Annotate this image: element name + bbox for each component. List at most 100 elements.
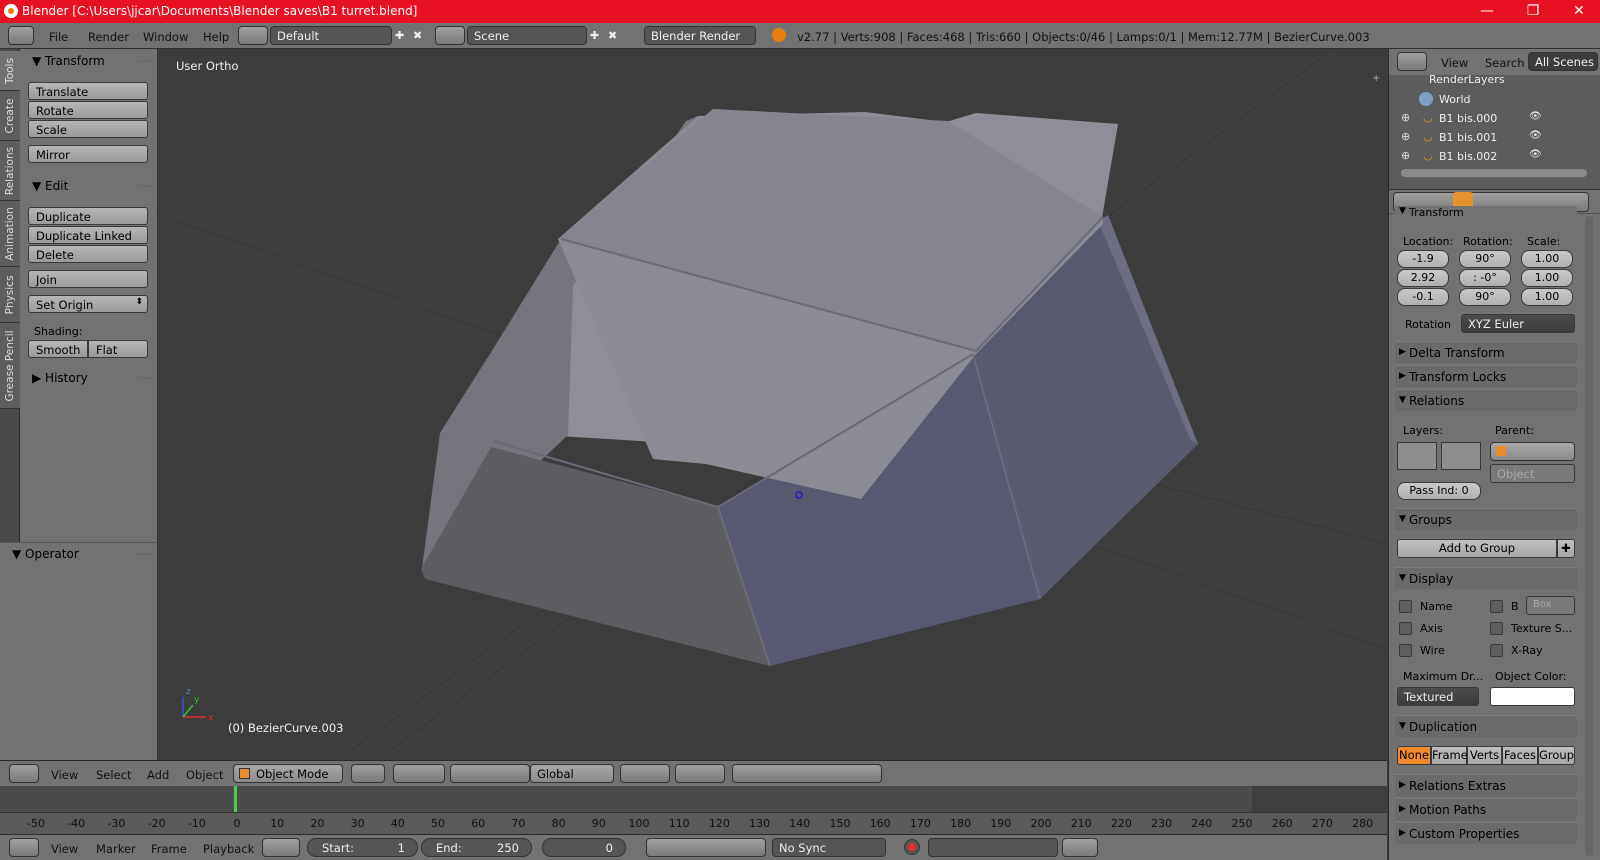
bounds-type-dropdown[interactable]: Box bbox=[1526, 596, 1575, 615]
panel-grip-icon[interactable]: ⋯⋯ bbox=[136, 550, 153, 560]
location-x-field[interactable]: -1.9 bbox=[1397, 250, 1449, 268]
delta-transform-section[interactable]: ▶ Delta Transform bbox=[1395, 341, 1577, 363]
screen-layout-icon[interactable] bbox=[238, 26, 268, 45]
viewport-shading-dropdown[interactable] bbox=[351, 764, 385, 783]
sync-dropdown[interactable]: No Sync bbox=[772, 838, 886, 857]
outliner-item[interactable]: World bbox=[1439, 93, 1471, 106]
menu-window[interactable]: Window bbox=[143, 30, 188, 44]
visibility-eye-icon[interactable]: 👁 bbox=[1529, 130, 1542, 141]
layer-grid-b[interactable] bbox=[1441, 442, 1481, 470]
menu-add[interactable]: Add bbox=[147, 768, 169, 782]
operator-panel-header[interactable]: ▼ Operator bbox=[12, 547, 79, 561]
maximize-button[interactable]: ❐ bbox=[1510, 0, 1556, 23]
menu-object[interactable]: Object bbox=[186, 768, 223, 782]
menu-marker[interactable]: Marker bbox=[96, 842, 136, 856]
duplicate-button[interactable]: Duplicate bbox=[28, 207, 148, 225]
relations-extras-section[interactable]: ▶ Relations Extras bbox=[1395, 774, 1577, 796]
duplication-section[interactable]: ▼ Duplication bbox=[1395, 715, 1577, 737]
menu-help[interactable]: Help bbox=[203, 30, 229, 44]
wire-checkbox[interactable] bbox=[1399, 644, 1412, 657]
editor-type-timeline-icon[interactable] bbox=[9, 838, 39, 857]
scale-y-field[interactable]: 1.00 bbox=[1521, 269, 1573, 287]
snap-render-icons[interactable] bbox=[732, 764, 882, 783]
end-frame-field[interactable]: End: 250 bbox=[421, 838, 532, 857]
add-scene-icon[interactable]: ✚ bbox=[590, 29, 599, 42]
tab-relations[interactable]: Relations bbox=[0, 141, 20, 201]
max-draw-type-dropdown[interactable]: Textured bbox=[1397, 687, 1479, 706]
menu-file[interactable]: File bbox=[49, 30, 68, 44]
smooth-shading-button[interactable]: Smooth bbox=[28, 340, 88, 358]
menu-search[interactable]: Search bbox=[1485, 56, 1525, 70]
mirror-button[interactable]: Mirror bbox=[28, 145, 148, 163]
3d-viewport[interactable]: z x y User Ortho (0) BezierCurve.003 + bbox=[158, 49, 1387, 760]
expand-icon[interactable]: ⊕ bbox=[1401, 111, 1410, 124]
scale-button[interactable]: Scale bbox=[28, 120, 148, 138]
tab-tools[interactable]: Tools bbox=[0, 51, 20, 91]
tab-physics[interactable]: Physics bbox=[0, 267, 20, 323]
expand-icon[interactable]: ⊕ bbox=[1401, 149, 1410, 162]
display-section[interactable]: ▼ Display bbox=[1395, 567, 1577, 589]
scene-field[interactable]: Scene bbox=[467, 26, 587, 45]
tab-create[interactable]: Create bbox=[0, 91, 20, 141]
dup-frame-button[interactable]: Frame bbox=[1431, 746, 1468, 765]
dup-faces-button[interactable]: Faces bbox=[1502, 746, 1538, 765]
add-to-group-button[interactable]: Add to Group bbox=[1397, 539, 1557, 558]
scale-z-field[interactable]: 1.00 bbox=[1521, 288, 1573, 306]
flat-shading-button[interactable]: Flat bbox=[88, 340, 148, 358]
rotation-mode-dropdown[interactable]: XYZ Euler bbox=[1461, 314, 1575, 333]
panel-grip-icon[interactable]: ⋯⋯ bbox=[138, 374, 155, 384]
keyframe-insert-icons[interactable] bbox=[1062, 838, 1098, 857]
editor-type-outliner-icon[interactable] bbox=[1397, 52, 1427, 71]
location-y-field[interactable]: 2.92 bbox=[1397, 269, 1449, 287]
minimize-button[interactable]: — bbox=[1464, 0, 1510, 23]
rotation-z-field[interactable]: 90° bbox=[1459, 288, 1511, 306]
pass-index-field[interactable]: Pass Ind: 0 bbox=[1397, 482, 1481, 500]
orientation-dropdown[interactable]: Global bbox=[530, 764, 614, 783]
panel-grip-icon[interactable]: ⋯⋯ bbox=[138, 57, 155, 67]
parent-field[interactable] bbox=[1490, 442, 1575, 461]
remove-screen-icon[interactable]: ✖ bbox=[413, 29, 422, 42]
keying-icons[interactable] bbox=[262, 838, 300, 857]
rotation-y-field[interactable]: : -0° bbox=[1459, 269, 1511, 287]
current-frame-marker[interactable] bbox=[234, 786, 237, 812]
menu-select[interactable]: Select bbox=[96, 768, 131, 782]
texture-space-checkbox[interactable] bbox=[1490, 622, 1503, 635]
outliner-item[interactable]: RenderLayers bbox=[1429, 73, 1505, 86]
editor-type-3d-icon[interactable] bbox=[9, 764, 39, 783]
menu-timeline-view[interactable]: View bbox=[51, 842, 78, 856]
expand-icon[interactable]: ⊕ bbox=[1401, 130, 1410, 143]
close-button[interactable]: ✕ bbox=[1556, 0, 1600, 23]
screen-layout-field[interactable]: Default bbox=[270, 26, 392, 45]
layer-grid-a[interactable] bbox=[1397, 442, 1437, 470]
transform-section-header[interactable]: ▼ Transform bbox=[1395, 206, 1577, 219]
join-button[interactable]: Join bbox=[28, 270, 148, 288]
xray-checkbox[interactable] bbox=[1490, 644, 1503, 657]
timeline-ruler[interactable] bbox=[0, 812, 1387, 834]
scale-x-field[interactable]: 1.00 bbox=[1521, 250, 1573, 268]
playback-controls[interactable] bbox=[646, 838, 766, 857]
dup-none-button[interactable]: None bbox=[1397, 746, 1431, 765]
translate-button[interactable]: Translate bbox=[28, 82, 148, 100]
transform-locks-section[interactable]: ▶ Transform Locks bbox=[1395, 365, 1577, 387]
name-checkbox[interactable] bbox=[1399, 600, 1412, 613]
axis-checkbox[interactable] bbox=[1399, 622, 1412, 635]
outliner-item[interactable]: B1 bis.002 bbox=[1439, 150, 1497, 163]
dup-group-button[interactable]: Group bbox=[1538, 746, 1575, 765]
menu-outliner-view[interactable]: View bbox=[1441, 56, 1468, 70]
motion-paths-section[interactable]: ▶ Motion Paths bbox=[1395, 798, 1577, 820]
current-frame-field[interactable]: 0 bbox=[542, 838, 626, 857]
menu-playback[interactable]: Playback bbox=[203, 842, 254, 856]
menu-view[interactable]: View bbox=[51, 768, 78, 782]
add-screen-icon[interactable]: ✚ bbox=[395, 29, 404, 42]
relations-section[interactable]: ▼ Relations bbox=[1395, 389, 1577, 411]
location-z-field[interactable]: -0.1 bbox=[1397, 288, 1449, 306]
render-engine-dropdown[interactable]: Blender Render bbox=[644, 26, 756, 45]
tab-animation[interactable]: Animation bbox=[0, 201, 20, 267]
remove-scene-icon[interactable]: ✖ bbox=[608, 29, 617, 42]
properties-scrollbar[interactable] bbox=[1585, 216, 1593, 856]
object-color-swatch[interactable] bbox=[1490, 687, 1575, 706]
visibility-eye-icon[interactable]: 👁 bbox=[1529, 111, 1542, 122]
panel-grip-icon[interactable]: ⋯⋯ bbox=[138, 182, 155, 192]
delete-button[interactable]: Delete bbox=[28, 245, 148, 263]
scene-icon[interactable] bbox=[435, 26, 465, 45]
